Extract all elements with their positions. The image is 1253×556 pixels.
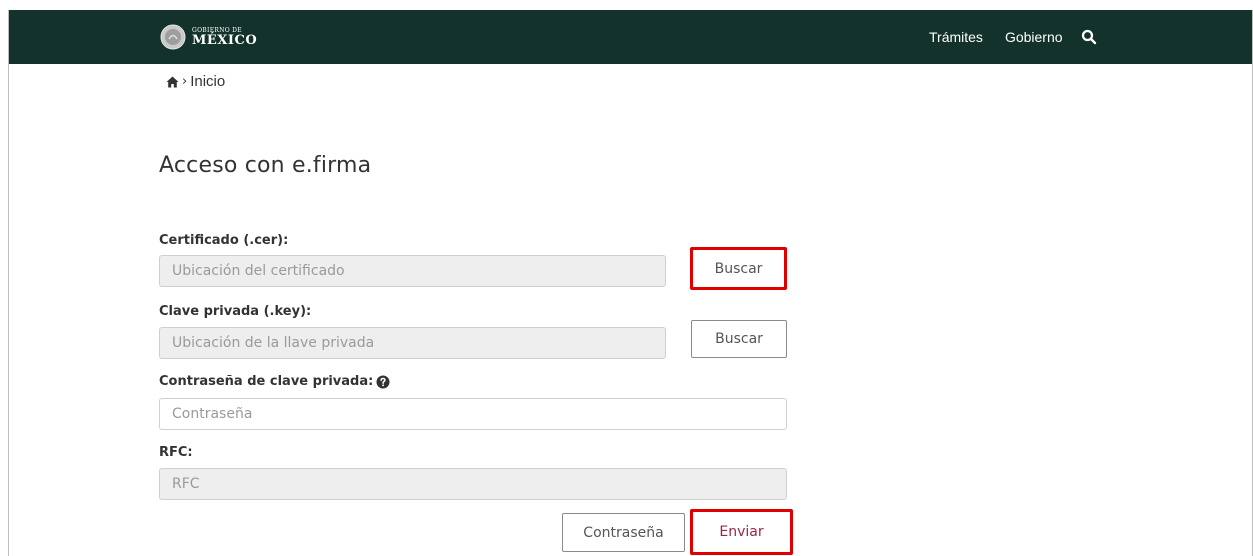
rfc-placeholder: RFC: [172, 476, 200, 492]
submit-button[interactable]: Enviar: [690, 509, 793, 555]
certificate-browse-label: Buscar: [714, 260, 763, 277]
nav-link-gobierno[interactable]: Gobierno: [1005, 29, 1063, 45]
submit-button-label: Enviar: [719, 524, 764, 540]
password-placeholder: Contraseña: [172, 406, 253, 422]
password-button-label: Contraseña: [583, 524, 664, 541]
private-key-browse-label: Buscar: [715, 331, 763, 347]
private-key-browse-button[interactable]: Buscar: [691, 320, 787, 358]
password-input[interactable]: Contraseña: [159, 398, 787, 430]
certificate-browse-button[interactable]: Buscar: [690, 247, 787, 290]
rfc-label: RFC:: [159, 445, 193, 460]
rfc-label-text: RFC:: [159, 445, 193, 460]
breadcrumb: › Inicio: [166, 73, 225, 90]
certificate-label: Certificado (.cer):: [159, 233, 288, 248]
logo-big-text: MÉXICO: [192, 32, 258, 48]
logo-text: GOBIERNO DE MÉXICO: [192, 27, 258, 48]
nav-link-tramites[interactable]: Trámites: [929, 29, 983, 45]
frame-left-border: [8, 10, 9, 556]
breadcrumb-separator: ›: [182, 74, 188, 89]
home-icon[interactable]: [166, 76, 179, 88]
question-circle-icon[interactable]: [376, 375, 390, 389]
private-key-label: Clave privada (.key):: [159, 304, 311, 319]
breadcrumb-inicio[interactable]: Inicio: [190, 73, 225, 90]
private-key-placeholder: Ubicación de la llave privada: [172, 335, 375, 351]
certificate-label-text: Certificado (.cer):: [159, 233, 289, 248]
page-title: Acceso con e.firma: [159, 153, 372, 178]
password-label-text: Contraseña de clave privada:: [159, 374, 374, 389]
window-frame: GOBIERNO DE MÉXICO Trámites Gobierno › I…: [0, 0, 1253, 556]
top-navbar: GOBIERNO DE MÉXICO Trámites Gobierno: [9, 10, 1252, 64]
nav-links: Trámites Gobierno: [929, 10, 1097, 64]
search-icon[interactable]: [1081, 29, 1097, 45]
rfc-field[interactable]: RFC: [159, 468, 787, 500]
password-button[interactable]: Contraseña: [562, 513, 685, 552]
password-label: Contraseña de clave privada:: [159, 374, 390, 389]
gobierno-logo[interactable]: GOBIERNO DE MÉXICO: [160, 24, 257, 50]
certificate-field[interactable]: Ubicación del certificado: [159, 255, 666, 287]
private-key-label-text: Clave privada (.key):: [159, 304, 312, 319]
top-margin: [0, 0, 1253, 10]
private-key-field[interactable]: Ubicación de la llave privada: [159, 327, 666, 359]
seal-icon: [160, 24, 186, 50]
certificate-placeholder: Ubicación del certificado: [172, 263, 345, 279]
